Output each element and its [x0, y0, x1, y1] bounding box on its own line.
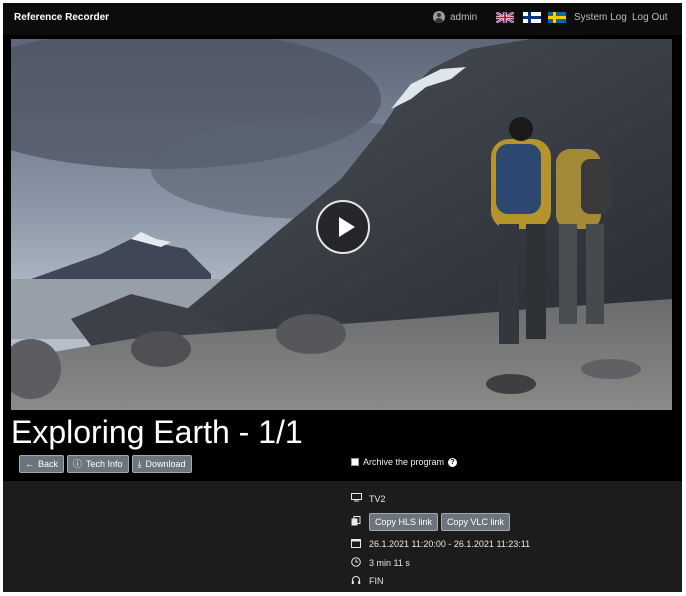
channel-row: TV2 — [349, 493, 386, 504]
copy-links-row: Copy HLS link Copy VLC link — [349, 513, 513, 531]
system-log-link[interactable]: System Log — [574, 12, 627, 23]
sweden-flag-icon[interactable] — [548, 12, 566, 23]
download-icon: ⤓ — [137, 458, 142, 469]
tv-icon — [349, 493, 363, 504]
help-icon[interactable]: ? — [448, 457, 458, 467]
play-button[interactable] — [316, 200, 370, 254]
download-label: Download — [145, 459, 186, 469]
copy-icon — [349, 516, 363, 528]
archive-option: Archive the program ? — [351, 457, 458, 467]
app-window: Reference Recorder admin System Log Log … — [3, 3, 682, 592]
archive-checkbox[interactable] — [351, 458, 359, 466]
calendar-icon — [349, 538, 363, 550]
info-icon: ⓘ — [73, 458, 83, 469]
uk-flag-icon[interactable] — [496, 12, 514, 23]
duration: 3 min 11 s — [369, 558, 410, 568]
brand-title[interactable]: Reference Recorder — [14, 12, 109, 23]
headphones-icon — [349, 575, 363, 587]
user-icon — [433, 11, 445, 23]
clock-icon — [349, 557, 363, 569]
username: admin — [450, 11, 478, 23]
arrow-left-icon: ← — [25, 458, 34, 469]
video-player[interactable] — [11, 39, 672, 410]
action-buttons: ← Back ⓘ Tech Info ⤓ Download — [19, 455, 192, 473]
finland-flag-icon[interactable] — [523, 12, 541, 23]
user-menu[interactable]: admin — [433, 11, 477, 23]
program-info-panel: TV2 Copy HLS link Copy VLC link 26.1.202… — [3, 481, 682, 592]
logout-link[interactable]: Log Out — [632, 12, 668, 23]
copy-vlc-button[interactable]: Copy VLC link — [441, 513, 511, 531]
tech-info-button[interactable]: ⓘ Tech Info — [67, 455, 129, 473]
copy-hls-button[interactable]: Copy HLS link — [369, 513, 439, 531]
language-row: FIN — [349, 575, 384, 587]
time-row: 26.1.2021 11:20:00 - 26.1.2021 11:23:11 — [349, 538, 530, 550]
channel-name: TV2 — [369, 493, 386, 504]
back-label: Back — [38, 459, 59, 469]
archive-label[interactable]: Archive the program — [363, 457, 444, 467]
top-navbar: Reference Recorder admin System Log Log … — [3, 3, 682, 35]
program-title: Exploring Earth - 1/1 — [11, 414, 303, 450]
language: FIN — [369, 576, 384, 586]
time-range: 26.1.2021 11:20:00 - 26.1.2021 11:23:11 — [369, 539, 531, 549]
back-button[interactable]: ← Back — [19, 455, 65, 473]
duration-row: 3 min 11 s — [349, 557, 410, 569]
download-button[interactable]: ⤓ Download — [131, 455, 192, 473]
tech-info-label: Tech Info — [86, 459, 123, 469]
